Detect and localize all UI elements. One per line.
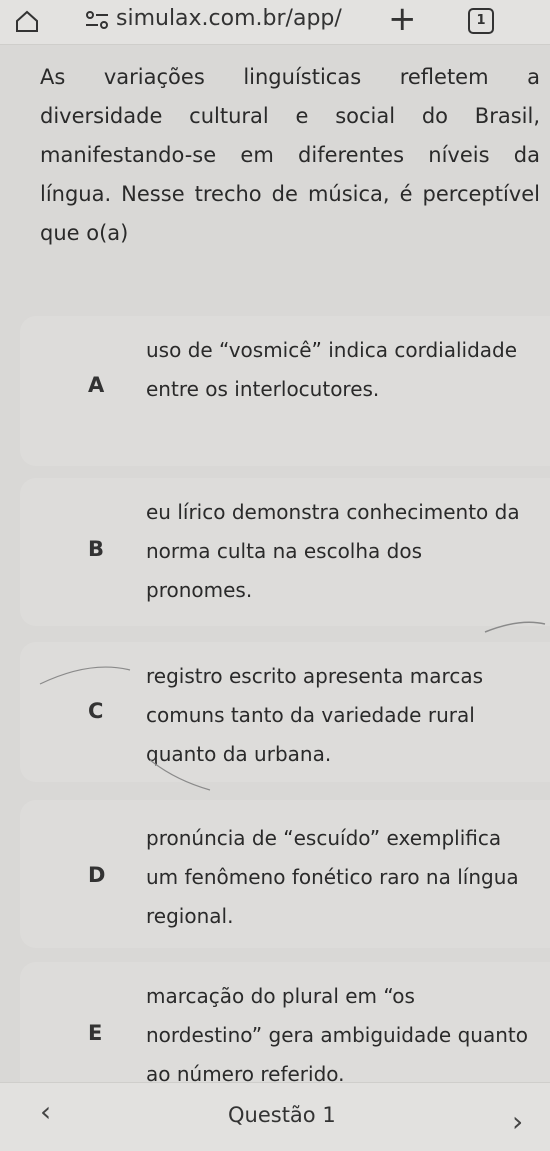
chevron-right-icon[interactable]: › [512, 1105, 523, 1138]
question-number-label: Questão 1 [228, 1103, 336, 1127]
question-navigation-bar: ‹ Questão 1 › [0, 1082, 550, 1151]
pen-mark [39, 621, 546, 791]
chevron-left-icon[interactable]: ‹ [40, 1095, 51, 1128]
